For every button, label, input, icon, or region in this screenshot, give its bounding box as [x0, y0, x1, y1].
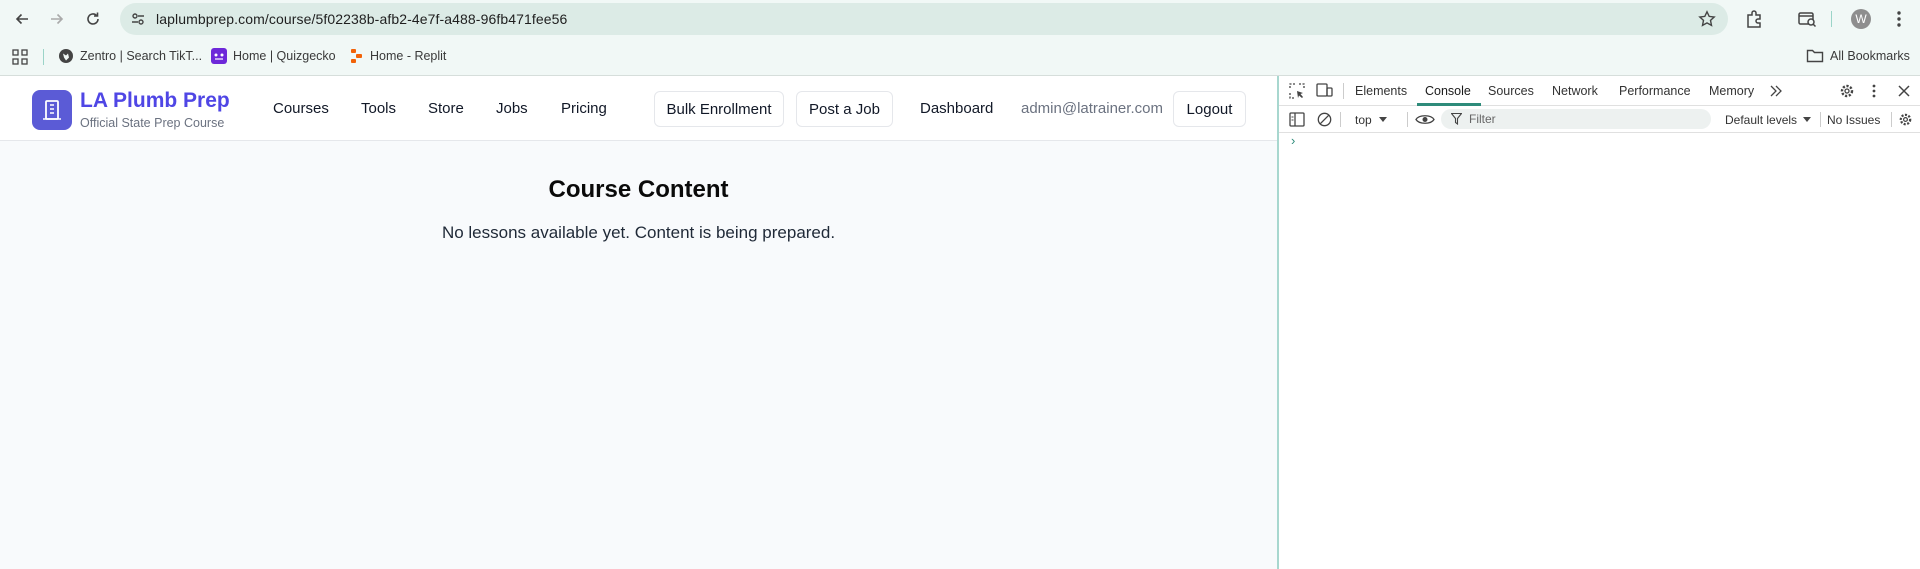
empty-state-message: No lessons available yet. Content is bei…	[441, 223, 836, 242]
quizgecko-icon	[211, 48, 227, 64]
toolbar-divider	[1407, 112, 1408, 127]
reload-button[interactable]	[79, 5, 107, 33]
dropdown-arrow-icon	[1378, 116, 1387, 122]
settings-gear-icon[interactable]	[1839, 83, 1855, 99]
nav-tools[interactable]: Tools	[361, 100, 396, 117]
sidebar-toggle-icon[interactable]	[1289, 112, 1305, 127]
forward-arrow-icon	[51, 13, 64, 25]
browser-toolbar: laplumbprep.com/course/5f02238b-afb2-4e7…	[0, 0, 1920, 38]
inspect-element-icon[interactable]	[1289, 83, 1305, 99]
site-info-icon[interactable]	[130, 11, 146, 27]
toolbar-divider	[1831, 11, 1832, 27]
page-title: Course Content	[548, 176, 729, 203]
live-expression-eye-icon[interactable]	[1415, 113, 1435, 126]
logo[interactable]	[32, 90, 72, 130]
reload-icon	[87, 12, 99, 25]
post-job-button[interactable]: Post a Job	[796, 91, 893, 127]
back-arrow-icon	[15, 13, 28, 25]
extensions-icon[interactable]	[1744, 9, 1764, 29]
console-filter-input[interactable]: Filter	[1441, 109, 1711, 129]
filter-funnel-icon	[1451, 113, 1462, 125]
close-icon[interactable]	[1897, 84, 1911, 98]
site-header: LA Plumb Prep Official State Prep Course…	[0, 76, 1277, 141]
nav-store[interactable]: Store	[428, 100, 464, 117]
all-bookmarks[interactable]: All Bookmarks	[1806, 38, 1910, 74]
nav-courses[interactable]: Courses	[273, 100, 329, 117]
log-levels-dropdown[interactable]: Default levels	[1725, 106, 1812, 133]
console-prompt[interactable]: ›	[1291, 133, 1295, 148]
bookmark-label: Home | Quizgecko	[233, 49, 336, 63]
toolbar-divider	[1891, 112, 1892, 127]
devtools-tab-bar: Elements Console Sources Network Perform…	[1279, 76, 1920, 106]
nav-dashboard[interactable]: Dashboard	[920, 100, 993, 117]
toolbar-divider	[1820, 112, 1821, 127]
console-settings-gear-icon[interactable]	[1898, 112, 1913, 127]
user-email: admin@latrainer.com	[1021, 100, 1163, 117]
context-selector[interactable]: top	[1355, 106, 1387, 133]
issues-counter[interactable]: No Issues	[1827, 106, 1880, 133]
tab-search-icon[interactable]	[1797, 9, 1817, 29]
logout-button[interactable]: Logout	[1173, 91, 1246, 127]
bookmark-star-icon[interactable]	[1698, 10, 1716, 28]
bulk-enrollment-button[interactable]: Bulk Enrollment	[654, 91, 784, 127]
bookmark-replit[interactable]: Home - Replit	[350, 38, 446, 74]
folder-icon	[1806, 48, 1824, 64]
all-bookmarks-label: All Bookmarks	[1830, 49, 1910, 63]
nav-jobs[interactable]: Jobs	[496, 100, 528, 117]
tab-memory[interactable]: Memory	[1709, 76, 1754, 106]
brand-subtitle: Official State Prep Course	[80, 116, 225, 130]
nav-pricing[interactable]: Pricing	[561, 100, 607, 117]
bookmark-label: Home - Replit	[370, 49, 447, 63]
clear-console-icon[interactable]	[1317, 112, 1332, 127]
console-toolbar: top Filter Default levels No Issues	[1279, 106, 1920, 133]
devtools-menu-icon[interactable]	[1872, 83, 1876, 99]
bookmarks-divider	[43, 49, 44, 65]
forward-button[interactable]	[43, 5, 71, 33]
log-levels-value: Default levels	[1725, 112, 1798, 127]
replit-icon	[350, 48, 364, 64]
web-page: LA Plumb Prep Official State Prep Course…	[0, 76, 1277, 569]
tab-console[interactable]: Console	[1425, 76, 1471, 106]
more-tabs-icon[interactable]	[1769, 84, 1783, 98]
tab-network[interactable]: Network	[1552, 76, 1598, 106]
building-icon	[43, 100, 61, 120]
brand-name[interactable]: LA Plumb Prep	[80, 89, 230, 113]
url-text[interactable]: laplumbprep.com/course/5f02238b-afb2-4e7…	[156, 11, 567, 27]
toolbar-divider	[1340, 112, 1341, 127]
devtools-panel: Elements Console Sources Network Perform…	[1277, 76, 1920, 569]
tab-elements[interactable]: Elements	[1355, 76, 1407, 106]
devtools-divider	[1343, 83, 1344, 99]
back-button[interactable]	[8, 5, 36, 33]
bookmark-zentro[interactable]: Zentro | Search TikT...	[58, 38, 202, 74]
tab-performance[interactable]: Performance	[1619, 76, 1691, 106]
profile-avatar[interactable]: W	[1851, 9, 1871, 29]
apps-grid-icon[interactable]	[12, 49, 28, 65]
address-bar[interactable]: laplumbprep.com/course/5f02238b-afb2-4e7…	[120, 3, 1728, 35]
device-toolbar-icon[interactable]	[1316, 82, 1334, 98]
filter-placeholder: Filter	[1469, 112, 1496, 126]
dropdown-arrow-icon	[1803, 116, 1812, 122]
context-value: top	[1355, 112, 1372, 127]
bookmarks-bar: Zentro | Search TikT... Home | Quizgecko…	[0, 38, 1920, 76]
kebab-menu-icon[interactable]	[1896, 9, 1902, 29]
bookmark-label: Zentro | Search TikT...	[80, 49, 203, 63]
tab-sources[interactable]: Sources	[1488, 76, 1534, 106]
globe-icon	[58, 48, 74, 64]
bookmark-quizgecko[interactable]: Home | Quizgecko	[211, 38, 336, 74]
